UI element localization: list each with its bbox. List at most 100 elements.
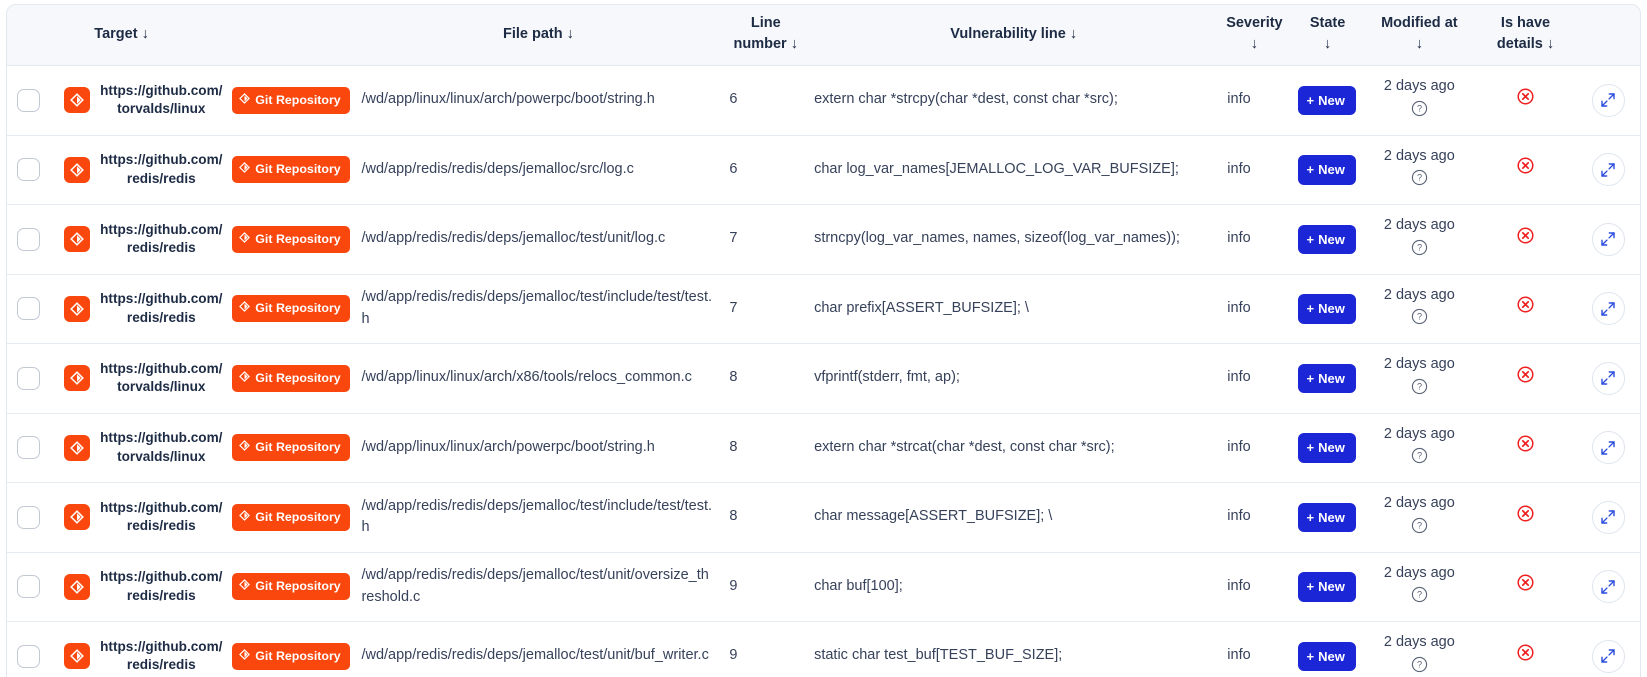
column-header-file-path[interactable]: File path ↓ <box>355 5 722 67</box>
table-row[interactable]: https://github.com/redis/redis Git Repos… <box>7 275 1640 345</box>
git-repository-badge[interactable]: Git Repository <box>232 295 350 323</box>
state-badge[interactable]: + New <box>1297 85 1356 116</box>
column-header-line-number[interactable]: Line number ↓ <box>721 5 811 67</box>
column-header-line-number-label-2: number ↓ <box>733 36 798 53</box>
state-badge[interactable]: + New <box>1297 224 1356 255</box>
state-badge[interactable]: + New <box>1297 433 1356 463</box>
target-url[interactable]: https://github.com/torvalds/linux <box>98 360 224 397</box>
expand-arrows-icon[interactable] <box>1591 500 1625 534</box>
state-badge[interactable]: + New <box>1297 641 1356 672</box>
row-select-cell <box>7 66 51 136</box>
target-url[interactable]: https://github.com/redis/redis <box>98 290 224 327</box>
table-row[interactable]: https://github.com/torvalds/linux Git Re… <box>7 344 1640 414</box>
question-mark-icon[interactable]: ? <box>1411 656 1428 677</box>
expand-arrows-icon[interactable] <box>1591 639 1625 673</box>
git-repository-badge-label: Git Repository <box>255 301 341 316</box>
state-badge-label: New <box>1318 579 1345 595</box>
git-diamond-icon <box>64 156 91 183</box>
state-badge[interactable]: + New <box>1297 572 1356 602</box>
target-url[interactable]: https://github.com/redis/redis <box>98 638 224 675</box>
column-header-severity[interactable]: Severity ↓ <box>1217 5 1292 67</box>
row-checkbox[interactable] <box>17 575 41 599</box>
question-mark-icon[interactable]: ? <box>1411 517 1428 542</box>
git-repository-badge[interactable]: Git Repository <box>232 225 350 253</box>
question-mark-icon[interactable]: ? <box>1411 447 1428 472</box>
question-mark-icon[interactable]: ? <box>1411 239 1428 264</box>
modified-at-text: 2 days ago <box>1383 147 1455 164</box>
modified-at-text: 2 days ago <box>1383 564 1455 581</box>
column-header-line-number-label-1: Line <box>750 15 781 31</box>
git-repository-badge[interactable]: Git Repository <box>232 573 350 601</box>
question-mark-icon[interactable]: ? <box>1411 169 1428 194</box>
table-body: https://github.com/torvalds/linux Git Re… <box>7 66 1640 677</box>
question-mark-icon[interactable]: ? <box>1411 586 1428 611</box>
column-header-state[interactable]: State ↓ <box>1291 5 1364 67</box>
column-header-is-have-details-label-2: details ↓ <box>1496 36 1555 53</box>
file-path-cell: /wd/app/linux/linux/arch/x86/tools/reloc… <box>355 344 722 414</box>
modified-at-cell: 2 days ago ? <box>1363 66 1475 136</box>
expand-arrows-icon[interactable] <box>1591 570 1625 604</box>
table-row[interactable]: https://github.com/torvalds/linux Git Re… <box>7 66 1640 136</box>
modified-at-text: 2 days ago <box>1383 425 1455 442</box>
target-url[interactable]: https://github.com/redis/redis <box>98 221 224 258</box>
column-header-target[interactable]: Target ↓ <box>50 5 356 67</box>
question-mark-icon[interactable]: ? <box>1411 308 1428 333</box>
target-url[interactable]: https://github.com/redis/redis <box>98 499 224 536</box>
git-repository-badge[interactable]: Git Repository <box>232 364 350 392</box>
is-have-details-cell <box>1475 66 1577 136</box>
line-number-cell: 8 <box>721 483 811 553</box>
git-repository-badge[interactable]: Git Repository <box>232 503 350 531</box>
expand-arrows-icon[interactable] <box>1591 361 1625 395</box>
column-header-is-have-details[interactable]: Is have details ↓ <box>1475 5 1577 67</box>
target-url[interactable]: https://github.com/redis/redis <box>98 151 224 188</box>
git-repository-badge[interactable]: Git Repository <box>232 156 350 184</box>
row-checkbox[interactable] <box>17 297 41 321</box>
table-row[interactable]: https://github.com/torvalds/linux Git Re… <box>7 414 1640 484</box>
git-repository-badge[interactable]: Git Repository <box>232 86 350 114</box>
git-diamond-icon <box>64 295 91 322</box>
vulnerability-line-cell: char message[ASSERT_BUFSIZE]; \ <box>810 483 1218 553</box>
git-repository-badge[interactable]: Git Repository <box>232 434 350 462</box>
expand-arrows-icon[interactable] <box>1591 292 1625 326</box>
row-checkbox[interactable] <box>17 505 41 529</box>
expand-arrows-icon[interactable] <box>1591 153 1625 187</box>
question-mark-icon[interactable]: ? <box>1411 100 1428 125</box>
expand-arrows-icon[interactable] <box>1591 431 1625 465</box>
table-row[interactable]: https://github.com/redis/redis Git Repos… <box>7 205 1640 275</box>
expand-arrows-icon[interactable] <box>1591 83 1625 117</box>
row-checkbox[interactable] <box>17 88 41 112</box>
file-path-cell: /wd/app/linux/linux/arch/powerpc/boot/st… <box>355 414 722 484</box>
target-url[interactable]: https://github.com/torvalds/linux <box>98 429 224 466</box>
modified-at-cell: 2 days ago ? <box>1363 553 1475 623</box>
state-badge[interactable]: + New <box>1297 502 1356 533</box>
column-header-vulnerability-line[interactable]: Vulnerability line ↓ <box>810 5 1218 67</box>
is-have-details-cell <box>1475 205 1577 275</box>
table-row[interactable]: https://github.com/redis/redis Git Repos… <box>7 622 1640 677</box>
circle-x-icon <box>1516 574 1535 596</box>
target-url[interactable]: https://github.com/redis/redis <box>98 568 224 605</box>
table-row[interactable]: https://github.com/redis/redis Git Repos… <box>7 483 1640 553</box>
table-header-row: Target ↓ File path ↓ Line number ↓ Vulne… <box>7 5 1640 67</box>
row-checkbox[interactable] <box>17 644 41 668</box>
state-badge[interactable]: + New <box>1297 155 1356 185</box>
row-select-cell <box>7 414 51 484</box>
state-badge[interactable]: + New <box>1297 363 1356 394</box>
column-header-state-label-2: ↓ <box>1323 36 1332 53</box>
git-repository-badge[interactable]: Git Repository <box>232 642 350 670</box>
question-mark-icon[interactable]: ? <box>1411 378 1428 403</box>
row-checkbox[interactable] <box>17 158 41 182</box>
modified-at-text: 2 days ago <box>1383 634 1455 651</box>
row-select-cell <box>7 622 50 677</box>
table-row[interactable]: https://github.com/redis/redis Git Repos… <box>7 136 1640 206</box>
column-header-modified-at[interactable]: Modified at ↓ <box>1363 5 1475 67</box>
row-checkbox[interactable] <box>17 227 41 251</box>
svg-text:?: ? <box>1417 520 1422 530</box>
row-checkbox[interactable] <box>17 436 41 460</box>
expand-arrows-icon[interactable] <box>1591 222 1625 256</box>
modified-at-text: 2 days ago <box>1383 217 1455 234</box>
state-badge[interactable]: + New <box>1297 294 1356 324</box>
target-cell: https://github.com/redis/redis Git Repos… <box>50 483 356 553</box>
target-url[interactable]: https://github.com/torvalds/linux <box>98 82 224 119</box>
row-checkbox[interactable] <box>17 366 41 390</box>
table-row[interactable]: https://github.com/redis/redis Git Repos… <box>7 553 1640 623</box>
